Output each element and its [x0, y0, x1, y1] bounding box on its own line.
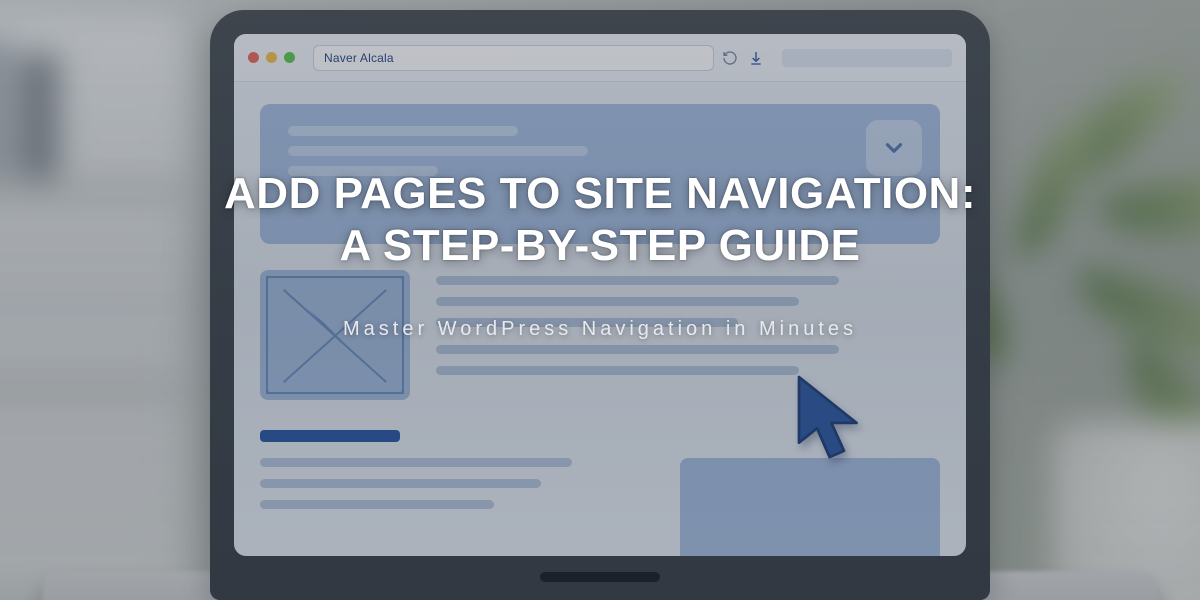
- hero-subtitle: Master WordPress Navigation in Minutes: [0, 318, 1200, 341]
- hero-title: ADD PAGES TO SITE NAVIGATION: A STEP-BY-…: [0, 168, 1200, 272]
- close-window-icon: [248, 52, 259, 63]
- refresh-icon: [722, 50, 738, 66]
- hero-banner: Naver Alcala: [0, 0, 1200, 600]
- chevron-down-icon: [881, 135, 907, 161]
- laptop-screen: Naver Alcala: [234, 34, 966, 556]
- book: [0, 38, 13, 179]
- address-bar: Naver Alcala: [313, 45, 714, 71]
- window-controls: [248, 52, 295, 63]
- maximize-window-icon: [284, 52, 295, 63]
- placeholder-line: [288, 126, 518, 136]
- browser-toolbar-placeholder: [782, 49, 952, 67]
- accent-bar: [260, 430, 400, 442]
- browser-chrome: Naver Alcala: [234, 34, 966, 82]
- download-icon: [748, 50, 764, 66]
- placeholder-line: [436, 366, 799, 375]
- wireframe-card: [680, 458, 940, 556]
- laptop-mockup: Naver Alcala: [210, 10, 990, 600]
- hero-title-line2: A STEP-BY-STEP GUIDE: [0, 220, 1200, 272]
- hero-title-line1: ADD PAGES TO SITE NAVIGATION:: [0, 168, 1200, 220]
- laptop-hinge: [540, 572, 660, 582]
- placeholder-line: [260, 500, 494, 509]
- shelf-edge: [0, 377, 182, 401]
- placeholder-line: [288, 146, 588, 156]
- placeholder-line: [436, 297, 799, 306]
- placeholder-line: [260, 458, 572, 467]
- placeholder-line: [260, 479, 541, 488]
- address-text: Naver Alcala: [324, 51, 394, 65]
- minimize-window-icon: [266, 52, 277, 63]
- cursor-pointer-icon: [790, 372, 880, 472]
- placeholder-line: [436, 345, 839, 354]
- placeholder-line: [436, 276, 839, 285]
- book: [19, 54, 59, 179]
- browser-action-icons: [722, 50, 764, 66]
- wireframe-text-block: [260, 458, 650, 556]
